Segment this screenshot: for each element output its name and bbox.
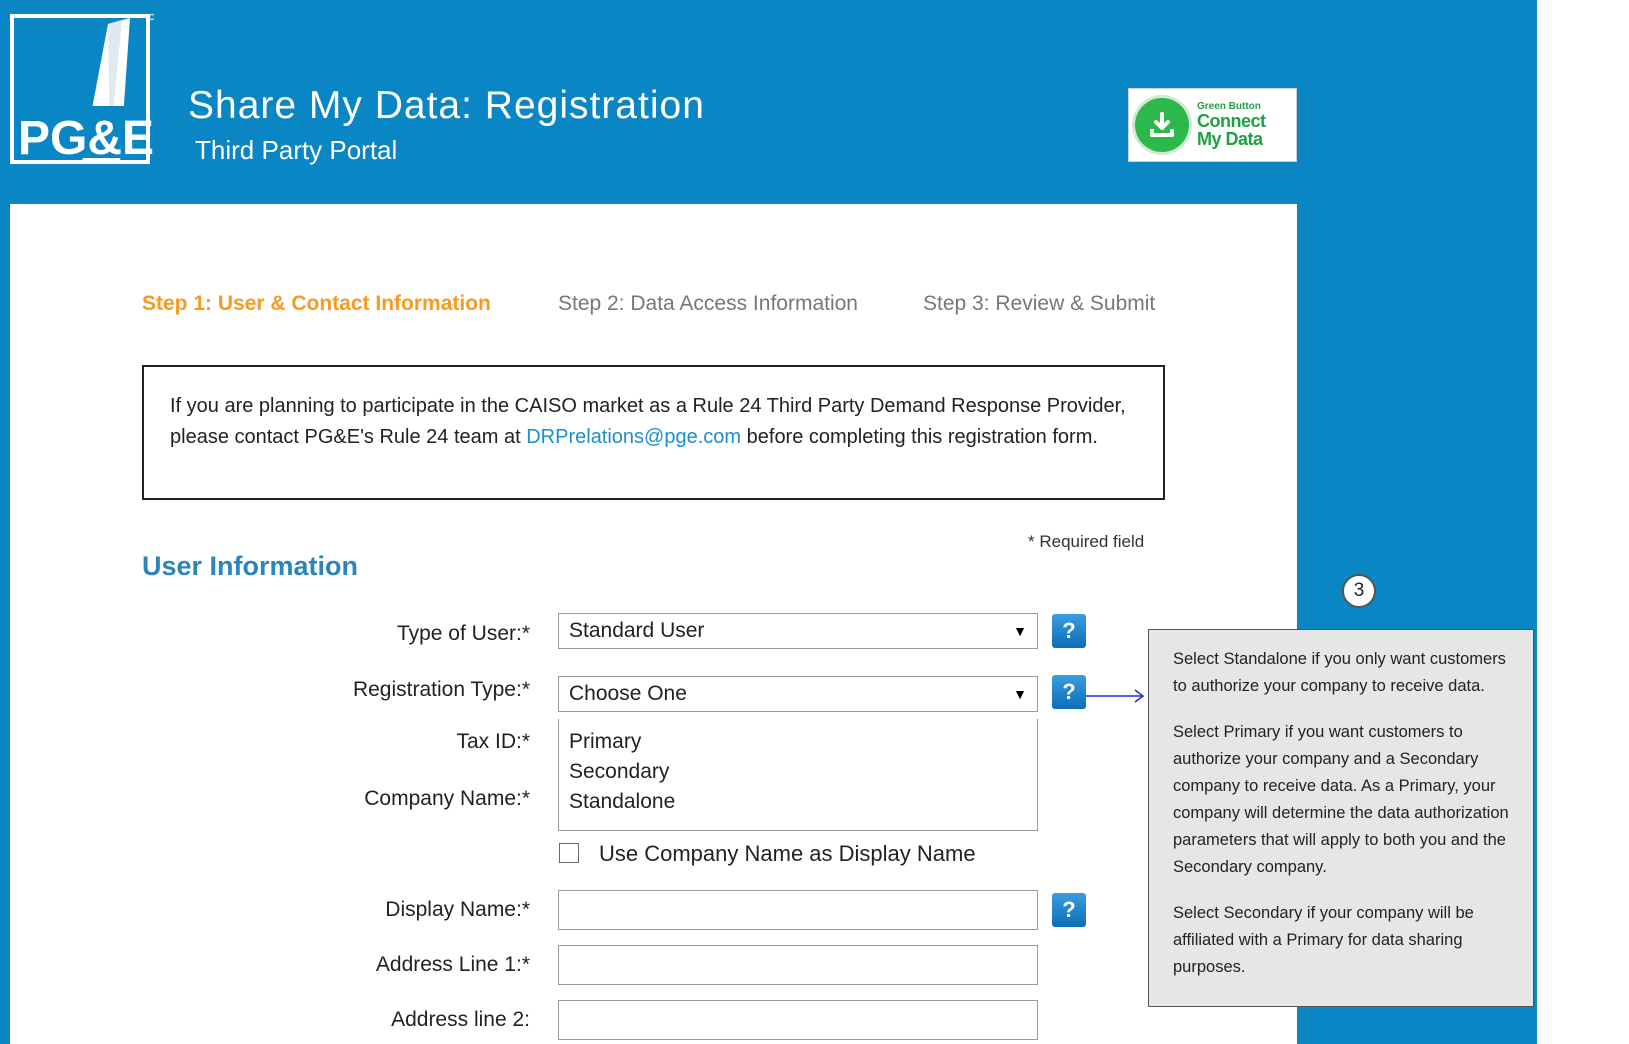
address-line2-input[interactable] [558,1000,1038,1040]
tooltip-paragraph-standalone: Select Standalone if you only want custo… [1173,650,1506,695]
badge-line2: Connect [1197,111,1266,131]
callout-number-badge: 3 [1342,574,1376,608]
badge-text: Green Button Connect My Data [1197,102,1266,149]
tooltip-paragraph-primary: Select Primary if you want customers to … [1173,723,1509,876]
chevron-down-icon: ▼ [1013,623,1027,639]
logo-text: PG&E [18,112,154,165]
callout-arrow-icon [1086,689,1145,703]
type-of-user-select[interactable]: Standard User ▼ [558,613,1038,649]
registration-type-help-icon[interactable]: ? [1052,675,1086,709]
download-icon [1135,98,1189,152]
registration-type-value: Choose One [569,682,687,705]
address-line2-label: Address line 2: [391,1008,530,1031]
option-secondary[interactable]: Secondary [569,757,1027,787]
tax-id-label: Tax ID:* [456,730,530,753]
address-line1-input[interactable] [558,945,1038,985]
green-button-badge[interactable]: Green Button Connect My Data [1128,88,1297,162]
registration-type-options: Primary Secondary Standalone [558,719,1038,831]
section-title: User Information [142,551,359,581]
notice-text-after: before completing this registration form… [741,426,1098,448]
step-2-tab[interactable]: Step 2: Data Access Information [558,292,858,316]
rule24-notice: If you are planning to participate in th… [142,365,1165,500]
page-margin [1537,0,1629,1044]
required-note: * Required field [1028,532,1145,551]
step-1-tab[interactable]: Step 1: User & Contact Information [142,292,491,316]
tooltip-paragraph-secondary: Select Secondary if your company will be… [1173,904,1474,976]
display-name-help-icon[interactable]: ? [1052,893,1086,927]
registration-type-label: Registration Type:* [352,678,530,701]
use-company-name-checkbox[interactable] [559,843,579,863]
pge-logo: PG&E [10,14,154,166]
page-subtitle: Third Party Portal [195,135,398,165]
display-name-input[interactable] [558,890,1038,930]
badge-line3: My Data [1197,129,1263,149]
company-name-label: Company Name:* [364,787,530,810]
option-standalone[interactable]: Standalone [569,787,1027,817]
registration-type-select[interactable]: Choose One ▼ [558,676,1038,712]
option-primary[interactable]: Primary [569,727,1027,757]
type-of-user-help-icon[interactable]: ? [1052,614,1086,648]
address-line1-label: Address Line 1:* [375,953,530,976]
notice-email-link[interactable]: DRPrelations@pge.com [526,426,741,448]
type-of-user-value: Standard User [569,619,705,642]
step-3-tab[interactable]: Step 3: Review & Submit [923,292,1155,316]
chevron-down-icon: ▼ [1013,686,1027,702]
page-title: Share My Data: Registration [188,84,705,127]
registration-type-tooltip: Select Standalone if you only want custo… [1148,629,1534,1007]
display-name-label: Display Name:* [385,898,530,921]
type-of-user-label: Type of User:* [396,622,530,645]
use-company-name-label: Use Company Name as Display Name [599,841,976,866]
